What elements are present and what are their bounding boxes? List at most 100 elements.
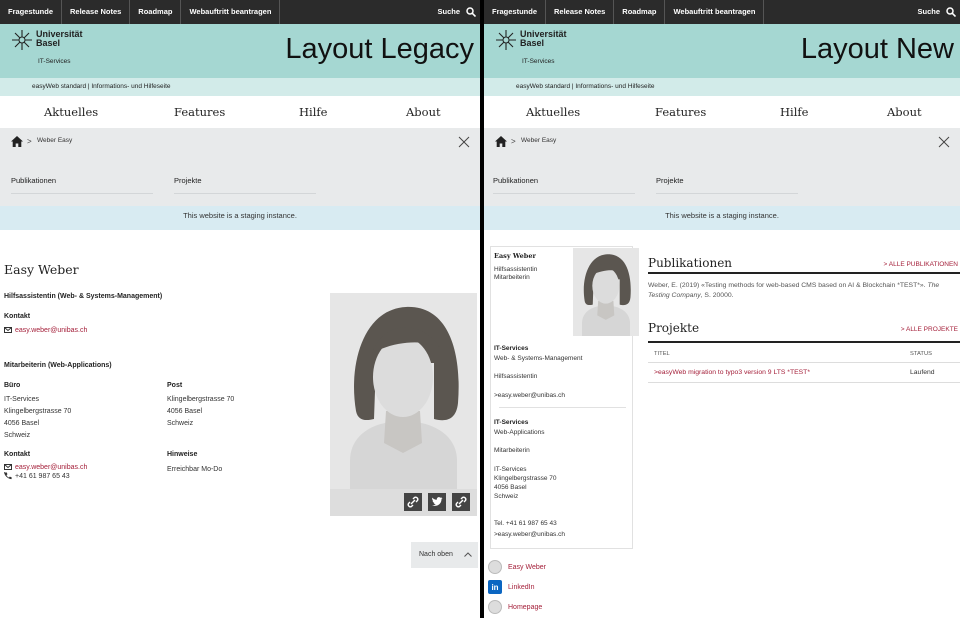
top-bar: Fragestunde Release Notes Roadmap Webauf… [484,0,960,24]
card-divider [499,407,626,408]
office-line: Klingelbergstrasse 70 [4,408,72,415]
nav-features[interactable]: Features [655,105,706,119]
university-logo-text[interactable]: Universität Basel [520,30,567,48]
nav-hilfe[interactable]: Hilfe [780,105,808,119]
top-link-roadmap[interactable]: Roadmap [614,0,666,24]
post-line: Klingelbergstrasse 70 [167,396,235,403]
search-button[interactable]: Suche [437,0,476,24]
chevron-up-icon [464,552,472,557]
search-label: Suche [437,7,460,16]
profile-photo [330,293,477,516]
all-publications-link[interactable]: > ALLE PUBLIKATIONEN [884,261,958,268]
back-to-top-label: Nach oben [419,551,453,558]
link-icon[interactable] [452,493,470,511]
project-status: Laufend [910,369,935,376]
university-logo-icon[interactable] [11,29,33,51]
address-line: Schweiz [494,493,519,500]
top-link-fragestunde[interactable]: Fragestunde [0,0,63,24]
email-link-1[interactable]: >easy.weber@unibas.ch [494,391,565,400]
top-link-webauftritt[interactable]: Webauftritt beantragen [181,0,281,24]
top-link-release-notes[interactable]: Release Notes [62,0,131,24]
office-line: Schweiz [4,432,31,439]
profile-card: Easy Weber Hilfsassistentin Mitarbeiteri… [490,246,639,549]
contact-label-1: Kontakt [4,313,31,320]
breadcrumb-separator: > [27,137,32,146]
subnav-projekte[interactable]: Projekte [656,176,798,194]
twitter-icon[interactable] [428,493,446,511]
projects-rule [648,341,960,343]
top-link-roadmap[interactable]: Roadmap [130,0,182,24]
breadcrumb-current: Weber Easy [37,137,73,144]
address-line: Klingelbergstrasse 70 [494,475,557,482]
social-link-easy-weber[interactable]: Easy Weber [488,560,546,574]
department-name: IT-Services [38,58,71,65]
nav-about[interactable]: About [406,105,441,119]
share-bar [330,489,477,516]
layout-label: Layout Legacy [285,33,474,65]
phone-number[interactable]: Tel. +41 61 987 65 43 [494,519,557,528]
logo-line2: Basel [520,38,545,48]
nav-features[interactable]: Features [174,105,225,119]
breadcrumb-current: Weber Easy [521,137,557,144]
address-line: IT-Services [494,466,527,473]
search-button[interactable]: Suche [917,0,956,24]
social-label: Easy Weber [508,563,546,571]
nav-hilfe[interactable]: Hilfe [299,105,327,119]
email-text-1[interactable]: easy.weber@unibas.ch [15,327,87,334]
nav-about[interactable]: About [887,105,922,119]
contact-block-2: easy.weber@unibas.ch +41 61 987 65 43 [4,462,87,483]
top-link-release-notes[interactable]: Release Notes [546,0,615,24]
office-line: IT-Services [4,396,40,403]
email-link-1[interactable]: easy.weber@unibas.ch [4,325,87,337]
site-subtitle: easyWeb standard | Informations- und Hil… [484,78,960,96]
col-status-header: STATUS [910,351,933,357]
person-silhouette-icon [330,293,477,489]
top-bar: Fragestunde Release Notes Roadmap Webauf… [0,0,480,24]
unit-name-1: Web- & Systems-Management [494,355,583,362]
publications-heading: Publikationen [648,256,733,270]
notes-label: Hinweise [167,451,198,458]
social-link-homepage[interactable]: Homepage [488,600,542,614]
close-icon[interactable] [938,136,950,148]
top-link-fragestunde[interactable]: Fragestunde [484,0,547,24]
nav-aktuelles[interactable]: Aktuelles [526,105,580,119]
university-logo-icon[interactable] [495,29,517,51]
subnav-publikationen[interactable]: Publikationen [493,176,635,194]
email-link-2[interactable]: >easy.weber@unibas.ch [494,530,565,539]
nav-aktuelles[interactable]: Aktuelles [44,105,98,119]
person-name: Easy Weber [4,262,79,277]
email-text-2[interactable]: easy.weber@unibas.ch [15,464,87,471]
post-line: 4056 Basel [167,408,203,415]
home-icon[interactable] [495,136,507,147]
person-silhouette-icon [573,248,639,336]
header-band: Universität Basel IT-Services Layout Leg… [0,24,480,78]
university-logo-text[interactable]: Universität Basel [36,30,83,48]
publication-citation: Weber, E. (2019) «Testing methods for we… [648,282,926,289]
back-to-top-button[interactable]: Nach oben [411,542,478,568]
org-name-1: IT-Services [494,345,529,352]
table-row-divider [648,382,960,383]
staging-notice: This website is a staging instance. [484,206,960,230]
staging-notice: This website is a staging instance. [0,206,480,230]
contact-label-2: Kontakt [4,451,31,458]
linkedin-icon: in [488,580,502,594]
logo-line2: Basel [36,38,61,48]
main-nav: Aktuelles Features Hilfe About [0,96,480,128]
subnav-projekte[interactable]: Projekte [174,176,316,194]
site-subtitle: easyWeb standard | Informations- und Hil… [0,78,480,96]
profile-photo [573,248,639,336]
all-projects-link[interactable]: > ALLE PROJEKTE [901,326,958,333]
card-name: Easy Weber [494,252,536,260]
phone-text: +41 61 987 65 43 [15,473,70,480]
project-title-link[interactable]: >easyWeb migration to typo3 version 9 LT… [654,369,810,376]
social-label: Homepage [508,603,543,611]
home-icon[interactable] [11,136,23,147]
close-icon[interactable] [458,136,470,148]
header-band: Universität Basel IT-Services Layout New [484,24,960,78]
social-link-linkedin[interactable]: in LinkedIn [488,580,534,594]
top-link-webauftritt[interactable]: Webauftritt beantragen [665,0,765,24]
subnav-publikationen[interactable]: Publikationen [11,176,153,194]
notes-text: Erreichbar Mo-Do [167,466,223,473]
link-icon[interactable] [404,493,422,511]
main-nav: Aktuelles Features Hilfe About [484,96,960,128]
